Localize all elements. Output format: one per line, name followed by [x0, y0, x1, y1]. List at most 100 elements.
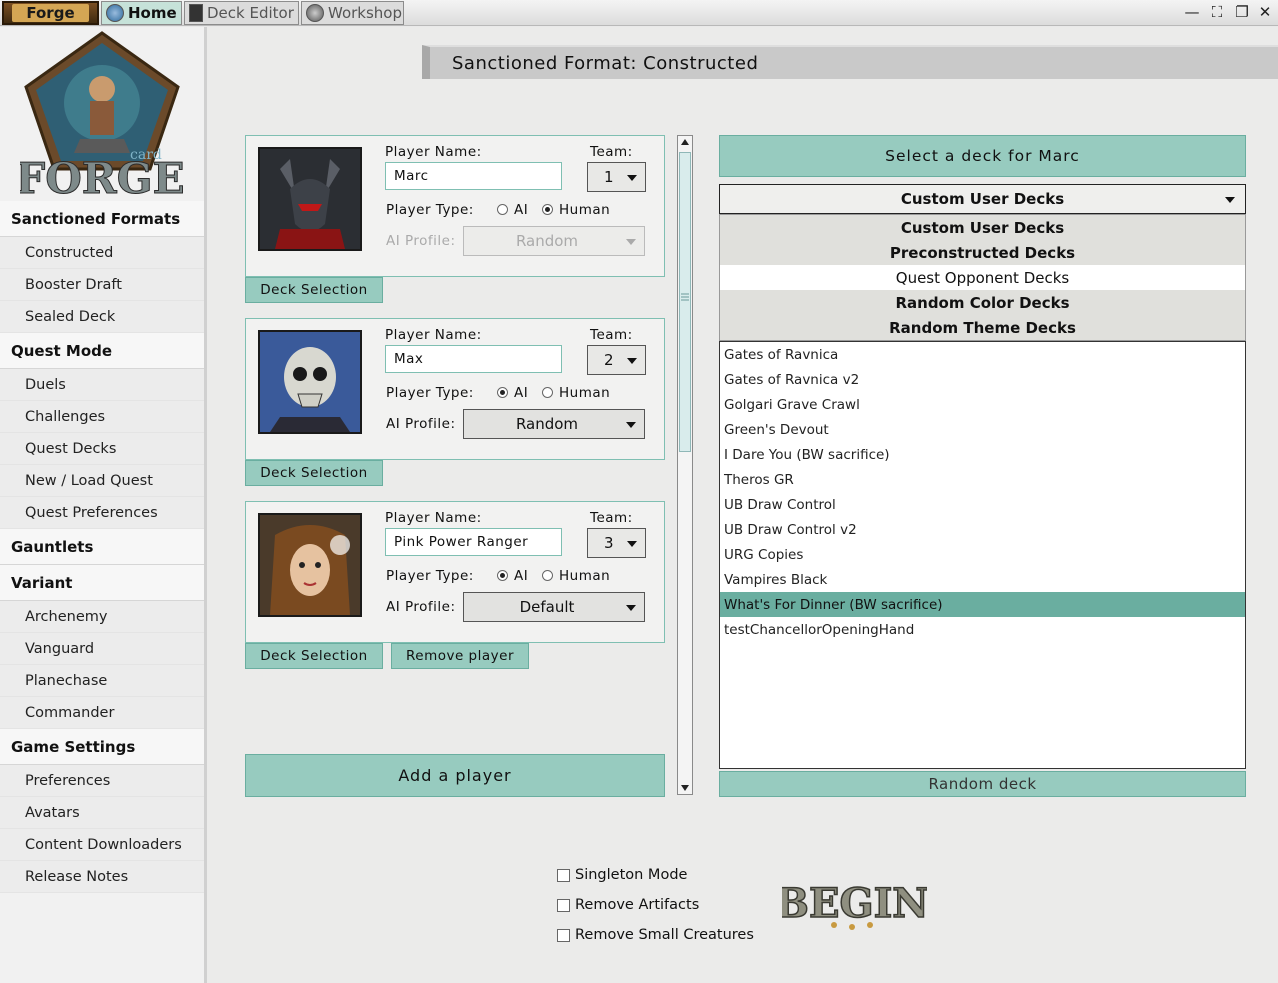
- begin-label: BEGIN: [782, 880, 927, 927]
- players-scrollbar[interactable]: [677, 135, 693, 795]
- list-item[interactable]: URG Copies: [720, 542, 1245, 567]
- fullscreen-icon[interactable]: ⛶: [1207, 2, 1227, 22]
- begin-button[interactable]: BEGIN: [782, 865, 927, 945]
- tab-workshop[interactable]: Workshop: [301, 1, 404, 25]
- sidebar-item-avatars[interactable]: Avatars: [0, 797, 204, 829]
- ai-profile-label: AI Profile:: [386, 599, 456, 615]
- list-item[interactable]: Gates of Ravnica: [720, 342, 1245, 367]
- deck-selection-button[interactable]: Deck Selection: [245, 277, 383, 303]
- player-name-input[interactable]: Max: [385, 345, 562, 373]
- team-label: Team:: [590, 510, 633, 526]
- random-deck-button[interactable]: Random deck: [719, 771, 1246, 797]
- singleton-mode-option[interactable]: Singleton Mode: [557, 865, 687, 885]
- deck-type-option[interactable]: Random Theme Decks: [720, 315, 1245, 340]
- sidebar-item-archenemy[interactable]: Archenemy: [0, 601, 204, 633]
- singleton-mode-checkbox[interactable]: [557, 868, 570, 882]
- sidebar-section-gauntlets[interactable]: Gauntlets: [0, 529, 204, 565]
- remove-artifacts-checkbox[interactable]: [557, 898, 570, 912]
- sidebar-item-preferences[interactable]: Preferences: [0, 765, 204, 797]
- list-item[interactable]: Vampires Black: [720, 567, 1245, 592]
- singleton-mode-label: Singleton Mode: [575, 867, 688, 883]
- tab-workshop-label: Workshop: [328, 4, 403, 22]
- scroll-down-icon[interactable]: [680, 784, 690, 792]
- player-type-human-label: Human: [559, 385, 611, 401]
- sidebar-item-new-load-quest[interactable]: New / Load Quest: [0, 465, 204, 497]
- player-type-ai-radio[interactable]: [497, 570, 508, 581]
- sidebar-section-game-settings[interactable]: Game Settings: [0, 729, 204, 765]
- sidebar-item-sealed-deck[interactable]: Sealed Deck: [0, 301, 204, 333]
- player-type-human-radio[interactable]: [542, 387, 553, 398]
- list-item[interactable]: Golgari Grave Crawl: [720, 392, 1245, 417]
- tab-home-label: Home: [128, 4, 177, 22]
- list-item[interactable]: Gates of Ravnica v2: [720, 367, 1245, 392]
- sidebar-item-planechase[interactable]: Planechase: [0, 665, 204, 697]
- player-type-ai-radio[interactable]: [497, 204, 508, 215]
- sidebar-item-quest-decks[interactable]: Quest Decks: [0, 433, 204, 465]
- scroll-up-icon[interactable]: [680, 138, 690, 146]
- player-name-input[interactable]: Marc: [385, 162, 562, 190]
- player-type-human-radio[interactable]: [542, 204, 553, 215]
- scroll-thumb[interactable]: [679, 152, 691, 452]
- tab-home[interactable]: Home: [101, 1, 182, 25]
- team-value: 3: [604, 534, 614, 552]
- restore-icon[interactable]: ❐: [1232, 2, 1252, 22]
- sidebar-item-commander[interactable]: Commander: [0, 697, 204, 729]
- deck-type-select[interactable]: Custom User Decks: [719, 184, 1246, 214]
- tab-forge[interactable]: Forge: [2, 1, 99, 25]
- list-item[interactable]: UB Draw Control v2: [720, 517, 1245, 542]
- chevron-down-icon: [627, 541, 637, 547]
- list-item[interactable]: Theros GR: [720, 467, 1245, 492]
- sidebar-item-duels[interactable]: Duels: [0, 369, 204, 401]
- team-select[interactable]: 1: [587, 162, 646, 192]
- deck-selection-button[interactable]: Deck Selection: [245, 643, 383, 669]
- remove-artifacts-option[interactable]: Remove Artifacts: [557, 895, 699, 915]
- tab-deck-editor[interactable]: Deck Editor: [184, 1, 299, 25]
- add-player-button[interactable]: Add a player: [245, 754, 665, 797]
- workshop-icon: [306, 4, 324, 22]
- player-panel: Player Name: Team: Pink Power Ranger 3 Playe…: [245, 501, 665, 643]
- chevron-down-icon: [626, 239, 636, 245]
- sidebar-item-release-notes[interactable]: Release Notes: [0, 861, 204, 893]
- close-icon[interactable]: ✕: [1255, 2, 1275, 22]
- remove-small-creatures-checkbox[interactable]: [557, 928, 570, 942]
- player-type-label: Player Type:: [386, 568, 474, 584]
- ai-profile-value: Random: [515, 232, 579, 250]
- ai-profile-select[interactable]: Random: [463, 409, 645, 439]
- sidebar: card FORGE Sanctioned Formats Constructed…: [0, 27, 207, 983]
- sidebar-item-challenges[interactable]: Challenges: [0, 401, 204, 433]
- list-item[interactable]: UB Draw Control: [720, 492, 1245, 517]
- remove-small-creatures-option[interactable]: Remove Small Creatures: [557, 925, 754, 945]
- sidebar-item-vanguard[interactable]: Vanguard: [0, 633, 204, 665]
- list-item[interactable]: Green's Devout: [720, 417, 1245, 442]
- team-select[interactable]: 3: [587, 528, 646, 558]
- player-type-ai-radio[interactable]: [497, 387, 508, 398]
- list-item[interactable]: What's For Dinner (BW sacrifice): [720, 592, 1245, 617]
- deck-list[interactable]: Gates of Ravnica Gates of Ravnica v2 Golga…: [719, 341, 1246, 769]
- sidebar-item-content-downloaders[interactable]: Content Downloaders: [0, 829, 204, 861]
- player-avatar[interactable]: [258, 147, 362, 251]
- team-value: 1: [604, 168, 614, 186]
- deck-type-option[interactable]: Quest Opponent Decks: [720, 265, 1245, 290]
- ai-profile-value: Random: [515, 415, 579, 433]
- sidebar-section-sanctioned-formats[interactable]: Sanctioned Formats: [0, 201, 204, 237]
- list-item[interactable]: I Dare You (BW sacrifice): [720, 442, 1245, 467]
- ai-profile-select[interactable]: Default: [463, 592, 645, 622]
- player-type-label: Player Type:: [386, 385, 474, 401]
- sidebar-item-constructed[interactable]: Constructed: [0, 237, 204, 269]
- sidebar-section-quest-mode[interactable]: Quest Mode: [0, 333, 204, 369]
- deck-type-option[interactable]: Custom User Decks: [720, 215, 1245, 240]
- sidebar-section-variant[interactable]: Variant: [0, 565, 204, 601]
- player-type-human-radio[interactable]: [542, 570, 553, 581]
- player-avatar[interactable]: [258, 330, 362, 434]
- sidebar-item-quest-preferences[interactable]: Quest Preferences: [0, 497, 204, 529]
- minimize-icon[interactable]: —: [1182, 2, 1202, 22]
- player-avatar[interactable]: [258, 513, 362, 617]
- deck-selection-button[interactable]: Deck Selection: [245, 460, 383, 486]
- sidebar-item-booster-draft[interactable]: Booster Draft: [0, 269, 204, 301]
- deck-type-option[interactable]: Preconstructed Decks: [720, 240, 1245, 265]
- remove-player-button[interactable]: Remove player: [391, 643, 529, 669]
- team-select[interactable]: 2: [587, 345, 646, 375]
- deck-type-option[interactable]: Random Color Decks: [720, 290, 1245, 315]
- list-item[interactable]: testChancellorOpeningHand: [720, 617, 1245, 642]
- player-name-input[interactable]: Pink Power Ranger: [385, 528, 562, 556]
